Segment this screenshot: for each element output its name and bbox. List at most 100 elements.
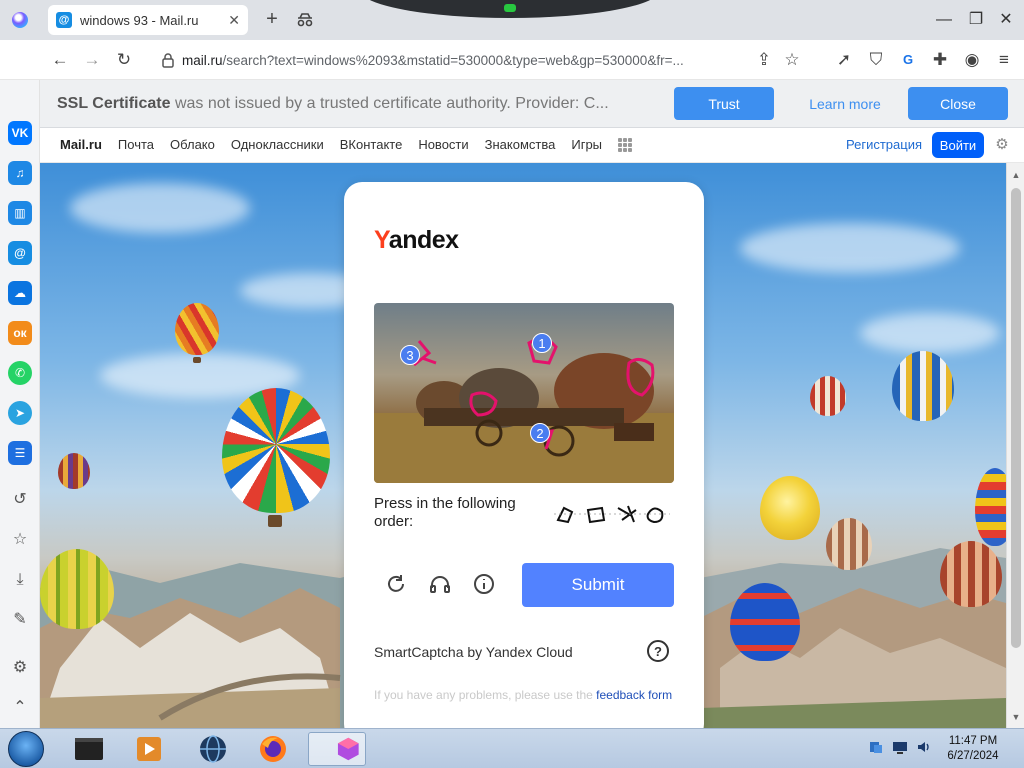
sidebar-app-tasks[interactable]: ☰: [8, 441, 32, 465]
profile-icon[interactable]: ◉: [962, 50, 982, 70]
favorites-star-icon[interactable]: ☆: [10, 530, 30, 550]
sidebar-app-cloud[interactable]: ☁: [8, 281, 32, 305]
address-bar[interactable]: mail.ru/search?text=windows%2093&mstatid…: [160, 46, 780, 74]
learn-more-button[interactable]: Learn more: [795, 87, 895, 120]
nav-link-mail[interactable]: Почта: [118, 137, 154, 152]
hot-air-balloon: [175, 303, 219, 355]
nav-link-games[interactable]: Игры: [571, 137, 602, 152]
captcha-order-badge-1: 1: [532, 333, 552, 353]
shield-icon[interactable]: ⛉: [866, 50, 886, 70]
new-tab-icon[interactable]: +: [262, 9, 282, 29]
taskbar-firefox-icon[interactable]: [256, 732, 290, 766]
captcha-card: Yandex 1 2 3 Press in the following orde…: [344, 182, 704, 742]
captcha-order-badge-3: 3: [400, 345, 420, 365]
nav-link-news[interactable]: Новости: [418, 137, 468, 152]
nav-link-ok[interactable]: Одноклассники: [231, 137, 324, 152]
clock-date: 6/27/2024: [947, 750, 999, 762]
downloads-icon[interactable]: ⤓: [10, 570, 30, 590]
nav-link-vk[interactable]: ВКонтакте: [340, 137, 403, 152]
mailru-header: Mail.ru Почта Облако Одноклассники ВКонт…: [40, 128, 1024, 163]
hot-air-balloon: [58, 453, 90, 489]
close-button[interactable]: Close: [908, 87, 1008, 120]
help-question-icon[interactable]: ?: [647, 640, 669, 662]
share-icon[interactable]: ⇪: [754, 50, 774, 70]
hot-air-balloon: [826, 518, 872, 570]
mail-favicon-icon: @: [56, 12, 72, 28]
hot-air-balloon: [892, 351, 954, 421]
taskbar-media-player-icon[interactable]: [132, 732, 166, 766]
feedback-form-link[interactable]: feedback form: [596, 688, 672, 702]
rocket-icon[interactable]: ➚: [834, 50, 854, 70]
login-button[interactable]: Войти: [932, 132, 984, 158]
captcha-order-badge-2: 2: [530, 423, 550, 443]
cloud: [860, 313, 1000, 353]
url-host: mail.ru: [182, 52, 223, 68]
tab-close-icon[interactable]: ✕: [228, 12, 240, 29]
clock-time: 11:47 PM: [948, 735, 998, 747]
back-icon[interactable]: ←: [50, 50, 70, 70]
problems-notice: If you have any problems, please use the…: [374, 687, 674, 703]
collapse-chevron-up-icon[interactable]: ⌃: [10, 698, 30, 718]
taskbar-globe-icon[interactable]: [196, 732, 230, 766]
sidebar-app-vk[interactable]: VK: [8, 121, 32, 145]
hot-air-balloon: [40, 549, 114, 629]
taskbar-clock[interactable]: 11:47 PM 6/27/2024: [942, 734, 1004, 764]
scroll-down-icon[interactable]: ▼: [1010, 711, 1022, 723]
extensions-icon[interactable]: ✚: [930, 50, 950, 70]
browser-tab[interactable]: @ windows 93 - Mail.ru ✕: [48, 5, 248, 35]
scroll-thumb[interactable]: [1011, 188, 1021, 648]
captcha-instruction: Press in the following order:: [374, 495, 516, 530]
taskbar-browser-active-icon[interactable]: [308, 732, 366, 766]
sidebar-app-stats[interactable]: ▥: [8, 201, 32, 225]
trust-button[interactable]: Trust: [674, 87, 774, 120]
audio-headphones-icon[interactable]: [428, 572, 452, 596]
lock-icon[interactable]: [160, 52, 176, 68]
forward-icon[interactable]: →: [82, 50, 102, 70]
header-settings-gear-icon[interactable]: ⚙: [993, 136, 1011, 154]
captcha-wagons-scene: [374, 333, 674, 483]
reload-icon[interactable]: ↻: [114, 50, 134, 70]
bookmark-star-icon[interactable]: ☆: [782, 50, 802, 70]
apps-grid-icon[interactable]: [618, 138, 632, 152]
cloud: [740, 223, 960, 273]
camera-indicator: [504, 4, 516, 12]
history-icon[interactable]: ↺: [10, 490, 30, 510]
menu-icon[interactable]: ≡: [994, 50, 1014, 70]
maximize-icon[interactable]: ❐: [966, 10, 986, 30]
taskbar-terminal-icon[interactable]: [72, 732, 106, 766]
scroll-up-icon[interactable]: ▲: [1010, 169, 1022, 181]
sidebar-app-ok[interactable]: ок: [8, 321, 32, 345]
nav-link-dating[interactable]: Знакомства: [485, 137, 556, 152]
tray-monitor-icon[interactable]: [892, 739, 908, 755]
close-window-icon[interactable]: ✕: [996, 10, 1016, 30]
sidebar-app-music[interactable]: ♫: [8, 161, 32, 185]
nav-link-cloud[interactable]: Облако: [170, 137, 215, 152]
info-icon[interactable]: [472, 572, 496, 596]
refresh-icon[interactable]: [384, 572, 408, 596]
ssl-warning-text: SSL Certificate was not issued by a trus…: [57, 95, 657, 113]
mailru-nav-links: Mail.ru Почта Облако Одноклассники ВКонт…: [60, 137, 602, 152]
browser-logo-icon[interactable]: [12, 12, 28, 28]
yandex-logo-rest: andex: [388, 226, 459, 254]
settings-gear-icon[interactable]: ⚙: [10, 658, 30, 678]
incognito-icon[interactable]: [295, 10, 315, 30]
sidebar-app-mail[interactable]: @: [8, 241, 32, 265]
minimize-icon[interactable]: —: [934, 10, 954, 30]
register-link[interactable]: Регистрация: [846, 137, 922, 152]
sidebar-app-telegram[interactable]: ➤: [8, 401, 32, 425]
ssl-warning-title: SSL Certificate: [57, 95, 171, 112]
page-scrollbar[interactable]: ▲ ▼: [1006, 163, 1024, 728]
tray-network-icon[interactable]: [868, 739, 884, 755]
start-button[interactable]: [8, 731, 44, 767]
balloon-basket: [268, 515, 282, 527]
submit-button[interactable]: Submit: [522, 563, 674, 607]
sidebar-app-whatsapp[interactable]: ✆: [8, 361, 32, 385]
captcha-image[interactable]: 1 2 3: [374, 303, 674, 483]
mailru-brand-link[interactable]: Mail.ru: [60, 137, 102, 152]
tray-volume-icon[interactable]: [916, 739, 932, 755]
yandex-logo: Yandex: [374, 226, 459, 255]
url-text: mail.ru/search?text=windows%2093&mstatid…: [182, 53, 684, 68]
yandex-logo-y: Y: [374, 226, 389, 254]
tools-icon[interactable]: ✎: [10, 610, 30, 630]
translate-icon[interactable]: G: [898, 50, 918, 70]
